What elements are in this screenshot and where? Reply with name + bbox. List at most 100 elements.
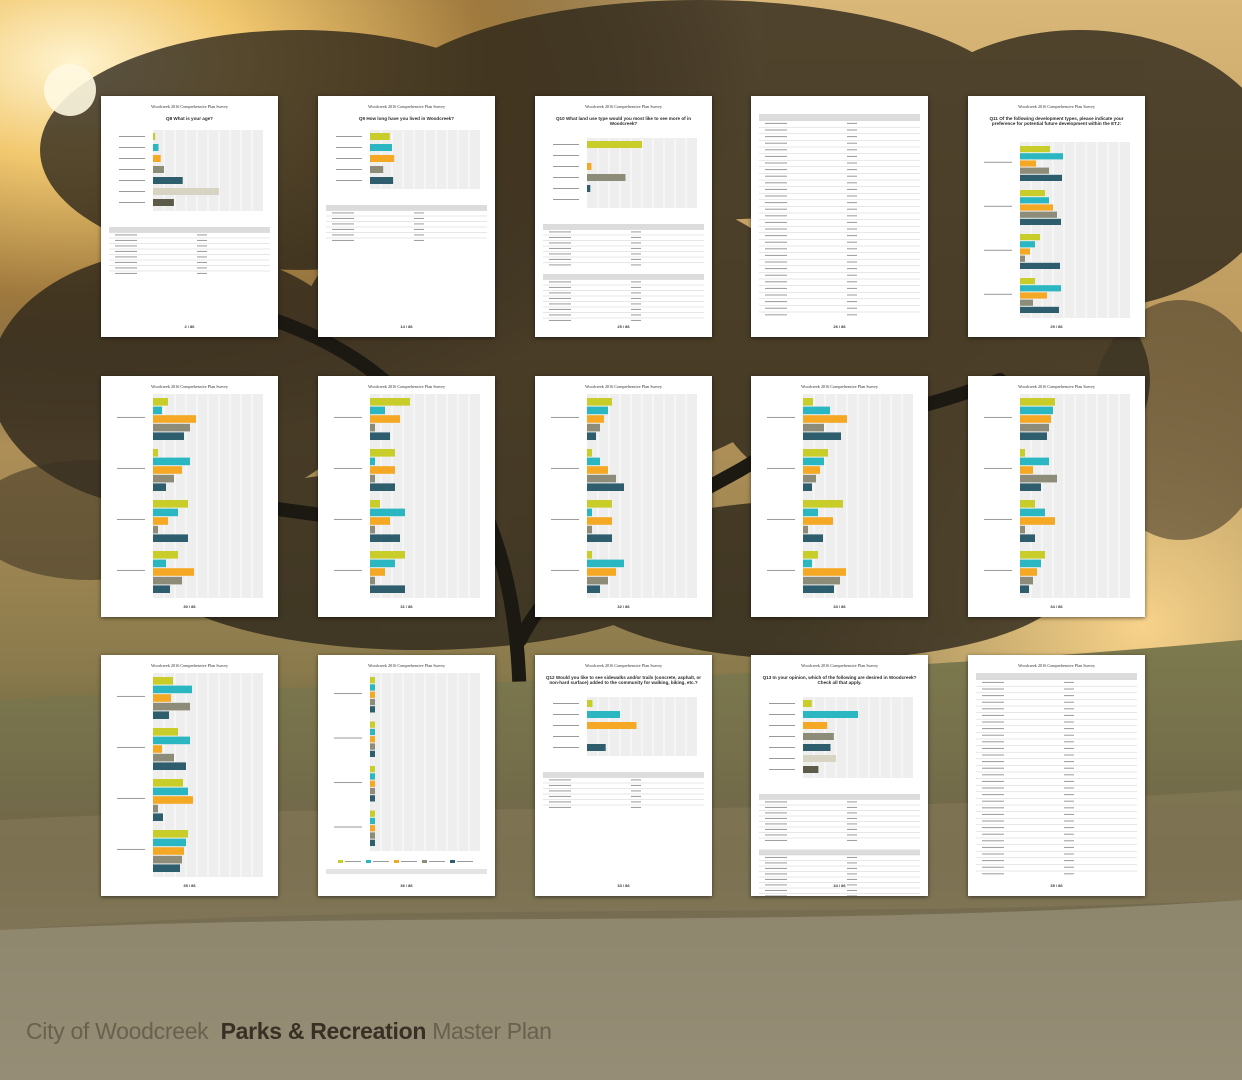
grouped-bar xyxy=(587,517,612,525)
group-label xyxy=(984,161,1012,163)
bar-category-label xyxy=(769,703,795,704)
survey-page-thumbnail[interactable]: 26 / 86 xyxy=(751,96,928,337)
page-chart xyxy=(117,673,263,877)
table-cell-text xyxy=(847,812,857,814)
grouped-bar xyxy=(153,576,182,585)
table-cell-text xyxy=(765,129,787,131)
survey-page-thumbnail[interactable]: Woodcreek 2016 Comprehensive Plan Survey… xyxy=(101,655,278,896)
table-cell-text xyxy=(847,188,857,190)
survey-page-thumbnail[interactable]: Woodcreek 2016 Comprehensive Plan Survey… xyxy=(318,376,495,617)
table-cell-text xyxy=(115,245,137,247)
table-cell-text xyxy=(765,274,787,276)
page-chart xyxy=(543,138,704,321)
table-cell-text xyxy=(982,827,1004,829)
bar xyxy=(370,144,392,151)
table-cell-text xyxy=(765,314,787,316)
survey-page-thumbnail[interactable]: Woodcreek 2016 Comprehensive Plan Survey… xyxy=(535,655,712,896)
table-cell-text xyxy=(847,254,857,256)
page-header: Woodcreek 2016 Comprehensive Plan Survey xyxy=(800,663,879,668)
survey-page-thumbnail[interactable]: Woodcreek 2016 Comprehensive Plan Survey… xyxy=(968,655,1145,896)
page-header: Woodcreek 2016 Comprehensive Plan Survey xyxy=(150,384,229,389)
table-cell-text xyxy=(631,297,641,299)
grouped-bar xyxy=(153,517,168,525)
survey-page-thumbnail[interactable]: Woodcreek 2016 Comprehensive Plan Survey… xyxy=(751,655,928,896)
table-cell-text xyxy=(1064,840,1074,842)
bar-category-label xyxy=(769,714,795,715)
bar xyxy=(803,755,836,762)
grouped-bar xyxy=(153,559,166,568)
grouped-bar xyxy=(153,432,184,440)
table-cell-text xyxy=(1064,747,1074,749)
grouped-bar xyxy=(1020,585,1029,593)
bar xyxy=(370,166,384,173)
table-cell-text xyxy=(1064,820,1074,822)
table-cell-text xyxy=(982,833,1004,835)
table-cell-text xyxy=(847,221,857,223)
page-header: Woodcreek 2016 Comprehensive Plan Survey xyxy=(1017,663,1096,668)
table-cell-text xyxy=(549,790,571,792)
page-header: Woodcreek 2016 Comprehensive Plan Survey xyxy=(367,663,446,668)
group-label xyxy=(767,518,795,520)
bar-category-label xyxy=(119,169,145,170)
page-header: Woodcreek 2016 Comprehensive Plan Survey xyxy=(1017,384,1096,389)
survey-page-thumbnail[interactable]: Woodcreek 2016 Comprehensive Plan Survey… xyxy=(101,96,278,337)
table-cell-text xyxy=(847,248,857,250)
page-chart xyxy=(759,114,920,316)
table-cell-text xyxy=(847,268,857,270)
group-label xyxy=(334,737,362,739)
grouped-bar xyxy=(1020,406,1053,415)
table-cell-text xyxy=(414,234,424,236)
table-cell-text xyxy=(549,281,571,283)
table-cell-text xyxy=(765,823,787,825)
table-cell-text xyxy=(765,307,787,309)
grouped-bar xyxy=(370,508,405,517)
survey-page-thumbnail[interactable]: Woodcreek 2016 Comprehensive Plan Survey… xyxy=(318,655,495,896)
survey-page-thumbnail[interactable]: Woodcreek 2016 Comprehensive Plan Survey… xyxy=(318,96,495,337)
survey-page-thumbnail[interactable]: Woodcreek 2016 Comprehensive Plan Survey… xyxy=(968,376,1145,617)
table-cell-text xyxy=(115,234,137,236)
bar xyxy=(153,199,174,206)
table-cell-text xyxy=(982,728,1004,730)
table-cell-text xyxy=(631,795,641,797)
table-cell-text xyxy=(1064,827,1074,829)
survey-page-thumbnail[interactable]: Woodcreek 2016 Comprehensive Plan Survey… xyxy=(535,376,712,617)
survey-page-thumbnail[interactable]: Woodcreek 2016 Comprehensive Plan Survey… xyxy=(101,376,278,617)
table-cell-text xyxy=(631,281,641,283)
table-cell-text xyxy=(631,286,641,288)
grouped-bar xyxy=(153,736,190,745)
page-header: Woodcreek 2016 Comprehensive Plan Survey xyxy=(584,104,663,109)
survey-page-thumbnail[interactable]: Woodcreek 2016 Comprehensive Plan Survey… xyxy=(968,96,1145,337)
table-cell-text xyxy=(847,129,857,131)
page-number: 14 / 86 xyxy=(400,324,413,329)
survey-page-thumbnail[interactable]: Woodcreek 2016 Comprehensive Plan Survey… xyxy=(535,96,712,337)
grouped-bar xyxy=(153,796,193,804)
grouped-bar xyxy=(587,551,592,559)
grouped-bar xyxy=(803,500,843,508)
group-label xyxy=(767,467,795,469)
grouped-bar xyxy=(153,474,174,483)
brand-bold: Parks & Recreation xyxy=(220,1018,427,1044)
grouped-bar xyxy=(1020,190,1045,197)
page-question: Q13 In your opinion, which of the follow… xyxy=(762,675,917,686)
grouped-bar xyxy=(1020,292,1047,299)
bar-category-label xyxy=(553,714,579,715)
survey-page-thumbnail[interactable]: Woodcreek 2016 Comprehensive Plan Survey… xyxy=(751,376,928,617)
bar xyxy=(803,711,858,718)
page-chart xyxy=(543,697,704,808)
table-cell-text xyxy=(847,175,857,177)
page-question: Q11 Of the following development types, … xyxy=(989,116,1124,127)
group-label xyxy=(334,826,362,828)
table-cell-text xyxy=(847,162,857,164)
page-header: Woodcreek 2016 Comprehensive Plan Survey xyxy=(367,104,446,109)
table-cell-text xyxy=(765,294,787,296)
page-number: 33 / 86 xyxy=(833,604,846,609)
bar-category-label xyxy=(336,147,362,148)
grouped-bar xyxy=(587,508,592,517)
grouped-bar xyxy=(1020,568,1037,576)
table-cell-text xyxy=(982,787,1004,789)
table-cell-text xyxy=(414,223,424,225)
table-cell-text xyxy=(765,817,787,819)
table-cell-text xyxy=(765,812,787,814)
grouped-bar xyxy=(803,517,833,525)
table-cell-text xyxy=(847,281,857,283)
